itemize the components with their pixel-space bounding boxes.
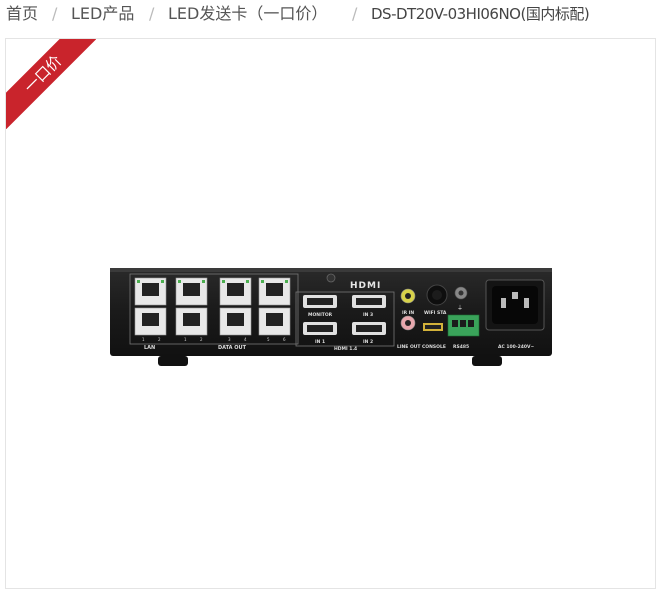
hdmi-logo: HDMI — [350, 281, 381, 291]
breadcrumb-sending-card-link[interactable]: LED发送卡（一口价） — [168, 0, 327, 28]
lan-label: LAN — [144, 345, 155, 351]
breadcrumb-separator: / — [149, 4, 155, 23]
breadcrumb-separator: / — [52, 4, 58, 23]
in2-label: IN 2 — [363, 339, 373, 345]
in3-label: IN 3 — [363, 312, 373, 318]
wifi-sta-label: WIFI STA — [424, 310, 447, 316]
fixed-price-badge-text: 一口价 — [6, 39, 96, 129]
breadcrumb: 首页 / LED产品 / LED发送卡（一口价） / DS-DT20V-03HI… — [0, 0, 665, 28]
monitor-label: MONITOR — [308, 312, 333, 318]
breadcrumb-led-products-link[interactable]: LED产品 — [71, 0, 134, 28]
product-image-panel: 一口价 1 2 1 2 3 4 5 6 LAN DATA OUT HDMI MO… — [5, 38, 656, 589]
svg-text:⏚: ⏚ — [457, 305, 463, 312]
screw-icon — [326, 273, 336, 283]
data-out-label: DATA OUT — [218, 345, 247, 351]
device-foot — [158, 356, 188, 366]
device-foot — [472, 356, 502, 366]
breadcrumb-current-product: DS-DT20V-03HI06NO(国内标配) — [371, 5, 590, 23]
hdmi14-label: HDMI 1.4 — [334, 346, 357, 352]
line-out-label: LINE OUT — [397, 344, 421, 350]
ir-in-label: IR IN — [402, 310, 414, 316]
in1-label: IN 1 — [315, 339, 325, 345]
ac-voltage-label: AC 100-240V~ — [498, 344, 534, 350]
rs485-label: RS485 — [453, 344, 469, 350]
product-image: 1 2 1 2 3 4 5 6 LAN DATA OUT HDMI MONITO… — [110, 268, 552, 366]
breadcrumb-home-link[interactable]: 首页 — [6, 0, 38, 28]
breadcrumb-separator: / — [352, 4, 358, 23]
fixed-price-badge: 一口价 — [6, 39, 96, 129]
console-label: CONSOLE — [422, 344, 446, 350]
